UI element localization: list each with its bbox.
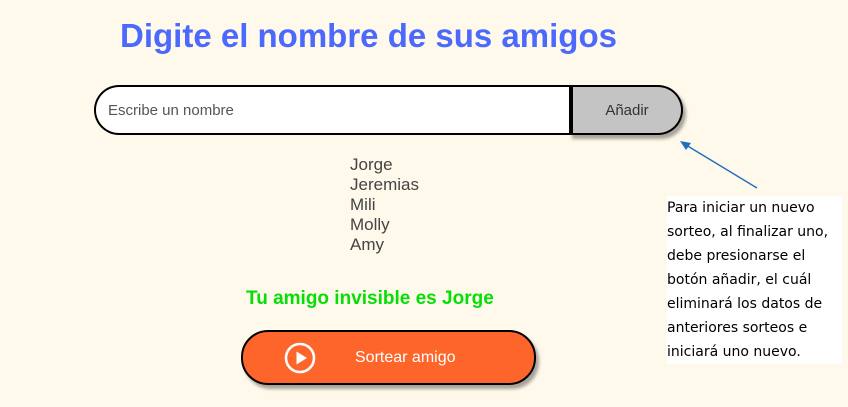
annotation-note: Para iniciar un nuevo sorteo, al finaliz… [667, 196, 842, 364]
friend-name-input[interactable] [94, 85, 571, 135]
friend-list: Jorge Jeremias Mili Molly Amy [350, 155, 419, 255]
friend-list-item: Molly [350, 215, 390, 234]
draw-friend-button[interactable]: Sortear amigo [241, 330, 536, 385]
play-circle-icon [284, 342, 316, 374]
page-title: Digite el nombre de sus amigos [120, 17, 617, 54]
result-text: Tu amigo invisible es Jorge [246, 288, 494, 309]
friend-list-item: Jeremias [350, 175, 419, 194]
annotation-arrow-icon [680, 141, 758, 189]
add-button[interactable]: Añadir [569, 85, 683, 135]
friend-list-item: Mili [350, 195, 376, 214]
input-section: Añadir [94, 85, 683, 135]
draw-friend-label: Sortear amigo [355, 349, 456, 366]
friend-list-item: Jorge [350, 155, 393, 174]
friend-list-item: Amy [350, 235, 384, 254]
